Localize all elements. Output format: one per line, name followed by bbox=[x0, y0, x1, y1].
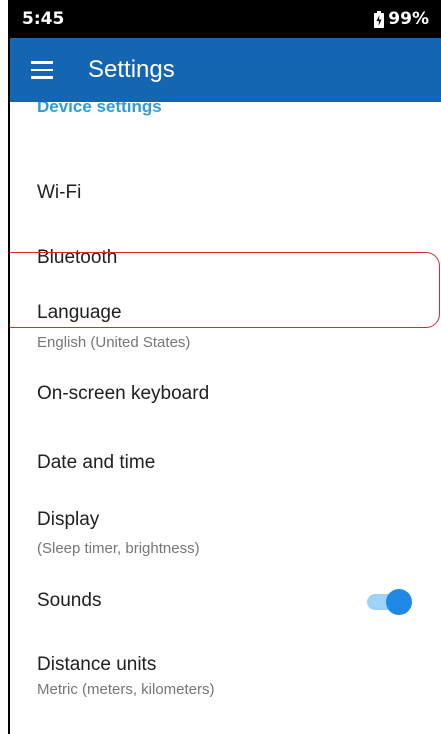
settings-item-date-and-time[interactable]: Date and time bbox=[10, 432, 441, 492]
settings-item-subtitle: (Sleep timer, brightness) bbox=[37, 540, 200, 557]
settings-item-display[interactable]: Display (Sleep timer, brightness) bbox=[10, 497, 441, 567]
settings-item-label: Display bbox=[37, 509, 100, 530]
menu-icon[interactable] bbox=[31, 61, 53, 79]
status-bar: 5:45 99% bbox=[10, 0, 441, 38]
toggle-knob bbox=[386, 589, 412, 615]
sounds-toggle[interactable] bbox=[364, 589, 412, 615]
battery-percent: 99% bbox=[388, 9, 429, 29]
settings-item-label: On-screen keyboard bbox=[37, 383, 210, 404]
battery-indicator: 99% bbox=[374, 9, 429, 29]
settings-item-wifi[interactable]: Wi-Fi bbox=[10, 157, 441, 217]
settings-item-distance-units[interactable]: Distance units Metric (meters, kilometer… bbox=[10, 642, 441, 712]
settings-list[interactable]: Device settings Wi-Fi Bluetooth Language… bbox=[10, 102, 441, 734]
settings-item-label: Language bbox=[37, 302, 122, 323]
settings-item-subtitle: Metric (meters, kilometers) bbox=[37, 681, 215, 698]
page-title: Settings bbox=[88, 56, 175, 83]
section-header: Device settings bbox=[37, 102, 162, 116]
settings-item-subtitle: English (United States) bbox=[37, 334, 191, 351]
status-time: 5:45 bbox=[22, 9, 65, 29]
settings-item-label: Wi-Fi bbox=[37, 182, 82, 203]
settings-item-bluetooth[interactable]: Bluetooth bbox=[10, 227, 441, 287]
settings-item-language[interactable]: Language English (United States) bbox=[10, 292, 441, 362]
settings-item-label: Date and time bbox=[37, 452, 156, 473]
settings-item-label: Distance units bbox=[37, 654, 157, 675]
settings-item-label: Sounds bbox=[37, 590, 102, 611]
settings-item-on-screen-keyboard[interactable]: On-screen keyboard bbox=[10, 364, 441, 424]
settings-item-label: Bluetooth bbox=[37, 247, 118, 268]
app-bar: Settings bbox=[10, 38, 441, 102]
battery-icon bbox=[374, 10, 385, 28]
